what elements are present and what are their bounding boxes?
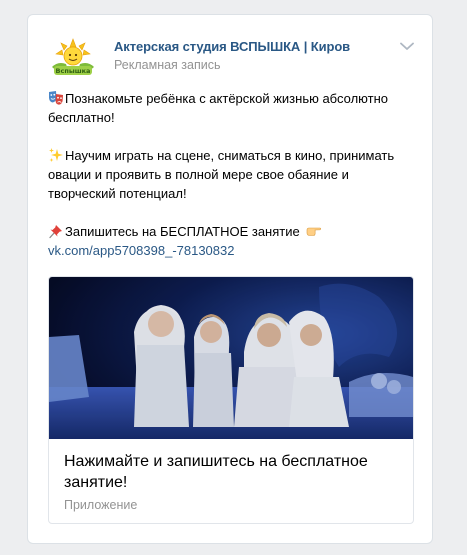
app-card[interactable]: Нажимайте и запишитесь на бесплатное зан… <box>48 276 414 524</box>
ad-post: Вспышка Актерская студия ВСПЫШКА | Киров… <box>27 14 433 544</box>
paragraph-cta-text: Запишитесь на БЕСПЛАТНОЕ занятие <box>65 224 300 239</box>
paragraph-offer: Научим играть на сцене, сниматься в кино… <box>48 146 418 203</box>
sun-logo-icon[interactable]: Вспышка <box>48 37 98 77</box>
app-link[interactable]: vk.com/app5708398_-78130832 <box>48 243 234 258</box>
post-header: Вспышка Актерская студия ВСПЫШКА | Киров… <box>48 37 414 77</box>
paragraph-intro-text: Познакомьте ребёнка с актёрской жизнью а… <box>48 91 388 125</box>
pushpin-icon <box>49 225 62 239</box>
sparkles-icon <box>49 148 63 162</box>
pointing-hand-icon <box>307 227 322 236</box>
post-text: Познакомьте ребёнка с актёрской жизнью а… <box>48 89 418 260</box>
chevron-down-icon <box>400 42 414 50</box>
children-on-stage-photo[interactable] <box>49 277 413 439</box>
card-title[interactable]: Нажимайте и запишитесь на бесплатное зан… <box>64 451 394 493</box>
card-caption: Приложение <box>64 498 138 512</box>
avatar-logo-text: Вспышка <box>56 67 91 75</box>
post-menu-button[interactable] <box>398 39 416 53</box>
author-name[interactable]: Актерская студия ВСПЫШКА | Киров <box>114 39 350 54</box>
theater-masks-icon <box>49 91 63 105</box>
paragraph-offer-text: Научим играть на сцене, сниматься в кино… <box>48 148 395 201</box>
paragraph-cta: Запишитесь на БЕСПЛАТНОЕ занятие vk.com/… <box>48 222 418 260</box>
ad-label: Рекламная запись <box>114 58 221 72</box>
paragraph-intro: Познакомьте ребёнка с актёрской жизнью а… <box>48 89 418 127</box>
